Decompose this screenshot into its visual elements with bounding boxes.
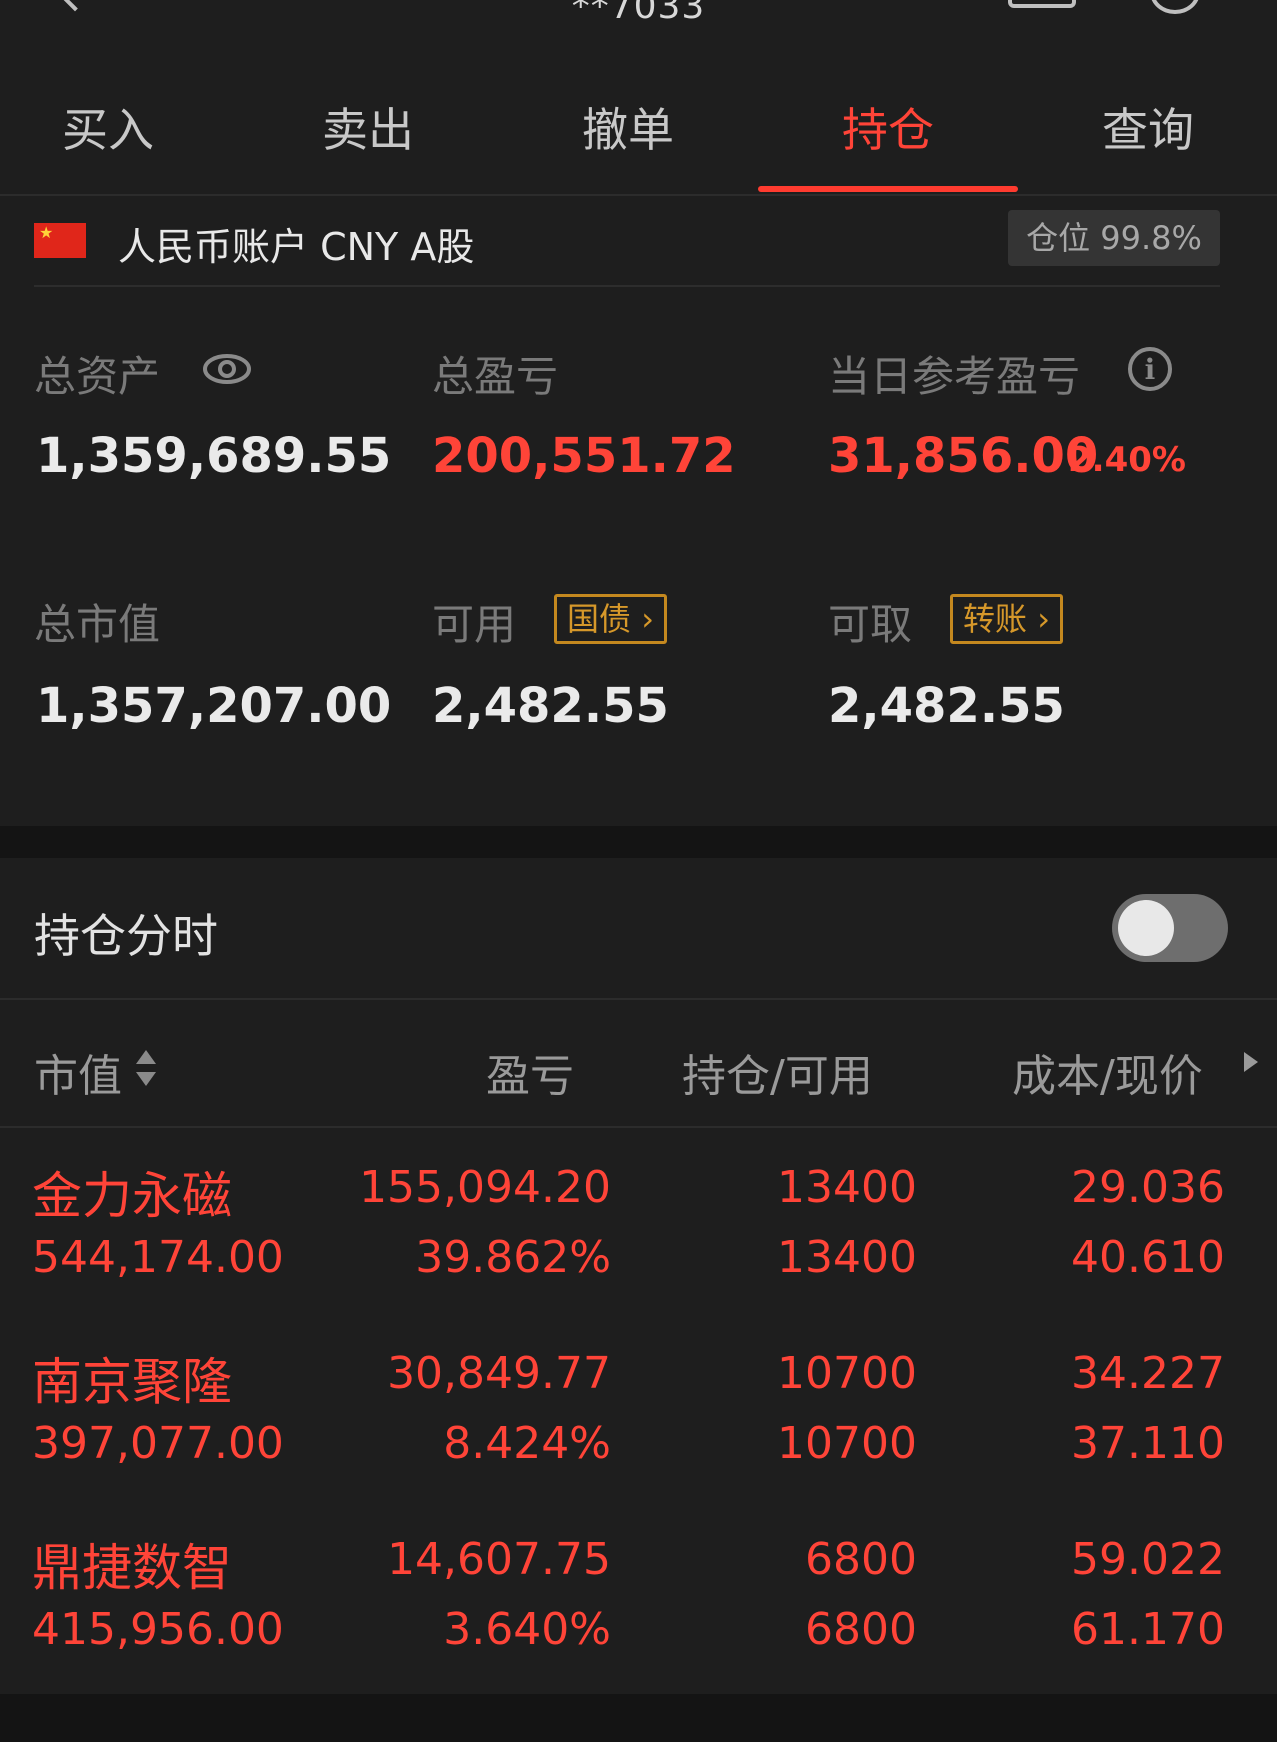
account-number: **7033 <box>571 0 706 27</box>
available-value: 2,482.55 <box>432 678 669 734</box>
document-icon[interactable] <box>1008 0 1076 8</box>
tab-buy[interactable]: 买入 <box>0 94 238 160</box>
stock-price: 37.110 <box>1071 1418 1225 1469</box>
market-value-value: 1,357,207.00 <box>36 678 392 734</box>
account-name: 人民币账户 CNY A股 <box>118 225 475 269</box>
divider <box>34 285 1220 287</box>
stock-cost: 34.227 <box>1071 1348 1225 1399</box>
daily-pnl-value: 31,856.00 <box>828 428 1099 484</box>
stock-market-value: 397,077.00 <box>32 1418 284 1469</box>
total-pnl-label: 总盈亏 <box>432 352 559 401</box>
chevron-right-icon: › <box>631 600 654 638</box>
tab-cancel[interactable]: 撤单 <box>498 94 758 160</box>
active-tab-indicator <box>758 186 1018 192</box>
withdrawable-label: 可取 <box>828 600 913 649</box>
stock-price: 40.610 <box>1071 1232 1225 1283</box>
stock-name: 金力永磁 <box>32 1167 232 1225</box>
stock-available: 13400 <box>777 1232 917 1283</box>
stock-pnl: 155,094.20 <box>359 1162 611 1213</box>
stock-name: 鼎捷数智 <box>32 1539 232 1597</box>
stock-price: 61.170 <box>1071 1604 1225 1655</box>
toggle-knob <box>1118 900 1174 956</box>
holdings-table-header: 市值 盈亏 持仓/可用 成本/现价 <box>0 1000 1277 1128</box>
stock-position: 10700 <box>777 1348 917 1399</box>
table-row[interactable]: 鼎捷数智 415,956.00 14,607.75 3.640% 6800 68… <box>0 1512 1277 1698</box>
transfer-button[interactable]: 转账 › <box>950 594 1063 644</box>
header-market-value[interactable]: 市值 <box>34 1040 122 1104</box>
total-assets-value: 1,359,689.55 <box>36 428 392 484</box>
tab-query[interactable]: 查询 <box>1018 94 1277 160</box>
position-ratio-badge: 仓位 99.8% <box>1008 210 1220 266</box>
stock-pnl-percent: 39.862% <box>415 1232 611 1283</box>
available-label: 可用 <box>432 600 517 649</box>
stock-pnl: 30,849.77 <box>387 1348 611 1399</box>
stock-cost: 29.036 <box>1071 1162 1225 1213</box>
trade-tabs: 买入 卖出 撤单 持仓 查询 <box>0 64 1277 196</box>
stock-available: 10700 <box>777 1418 917 1469</box>
total-assets-label: 总资产 <box>34 352 161 401</box>
daily-pnl-label: 当日参考盈亏 <box>828 352 1081 401</box>
header-pnl[interactable]: 盈亏 <box>486 1040 574 1104</box>
section-separator <box>0 826 1277 858</box>
holdings-page: **7033 买入 卖出 撤单 持仓 查询 ★ 人民币账户 CNY A股 仓位 … <box>0 0 1277 1742</box>
daily-pnl-percent: 2.40% <box>1068 440 1186 480</box>
stock-position: 6800 <box>805 1534 917 1585</box>
header-cost-price[interactable]: 成本/现价 <box>1012 1040 1203 1104</box>
transfer-button-label: 转账 <box>963 600 1028 638</box>
account-row[interactable]: ★ 人民币账户 CNY A股 仓位 99.8% <box>0 198 1277 288</box>
stock-available: 6800 <box>805 1604 917 1655</box>
info-icon[interactable]: i <box>1128 347 1172 391</box>
stock-market-value: 415,956.00 <box>32 1604 284 1655</box>
intraday-toggle-label: 持仓分时 <box>34 909 218 963</box>
tab-holdings[interactable]: 持仓 <box>758 94 1018 160</box>
table-row[interactable]: 金力永磁 544,174.00 155,094.20 39.862% 13400… <box>0 1140 1277 1326</box>
sort-icon[interactable] <box>134 1048 158 1088</box>
stock-cost: 59.022 <box>1071 1534 1225 1585</box>
chevron-right-icon: › <box>1027 600 1050 638</box>
intraday-toggle-row: 持仓分时 <box>0 858 1277 1000</box>
stock-pnl-percent: 8.424% <box>443 1418 611 1469</box>
tab-sell[interactable]: 卖出 <box>238 94 498 160</box>
stock-position: 13400 <box>777 1162 917 1213</box>
stock-pnl-percent: 3.640% <box>443 1604 611 1655</box>
scroll-right-icon[interactable] <box>1244 1052 1258 1072</box>
bottom-band <box>0 1694 1277 1742</box>
stock-market-value: 544,174.00 <box>32 1232 284 1283</box>
market-value-label: 总市值 <box>34 600 161 649</box>
top-bar: **7033 <box>0 0 1277 60</box>
bond-button[interactable]: 国债 › <box>554 594 667 644</box>
intraday-toggle-switch[interactable] <box>1112 894 1228 962</box>
bond-button-label: 国债 <box>567 600 632 638</box>
stock-pnl: 14,607.75 <box>387 1534 611 1585</box>
eye-icon[interactable] <box>202 352 252 386</box>
table-row[interactable]: 南京聚隆 397,077.00 30,849.77 8.424% 10700 1… <box>0 1326 1277 1512</box>
header-position[interactable]: 持仓/可用 <box>682 1040 873 1104</box>
withdrawable-value: 2,482.55 <box>828 678 1065 734</box>
stock-name: 南京聚隆 <box>32 1353 232 1411</box>
china-flag-icon: ★ <box>34 223 86 258</box>
total-pnl-value: 200,551.72 <box>432 428 736 484</box>
